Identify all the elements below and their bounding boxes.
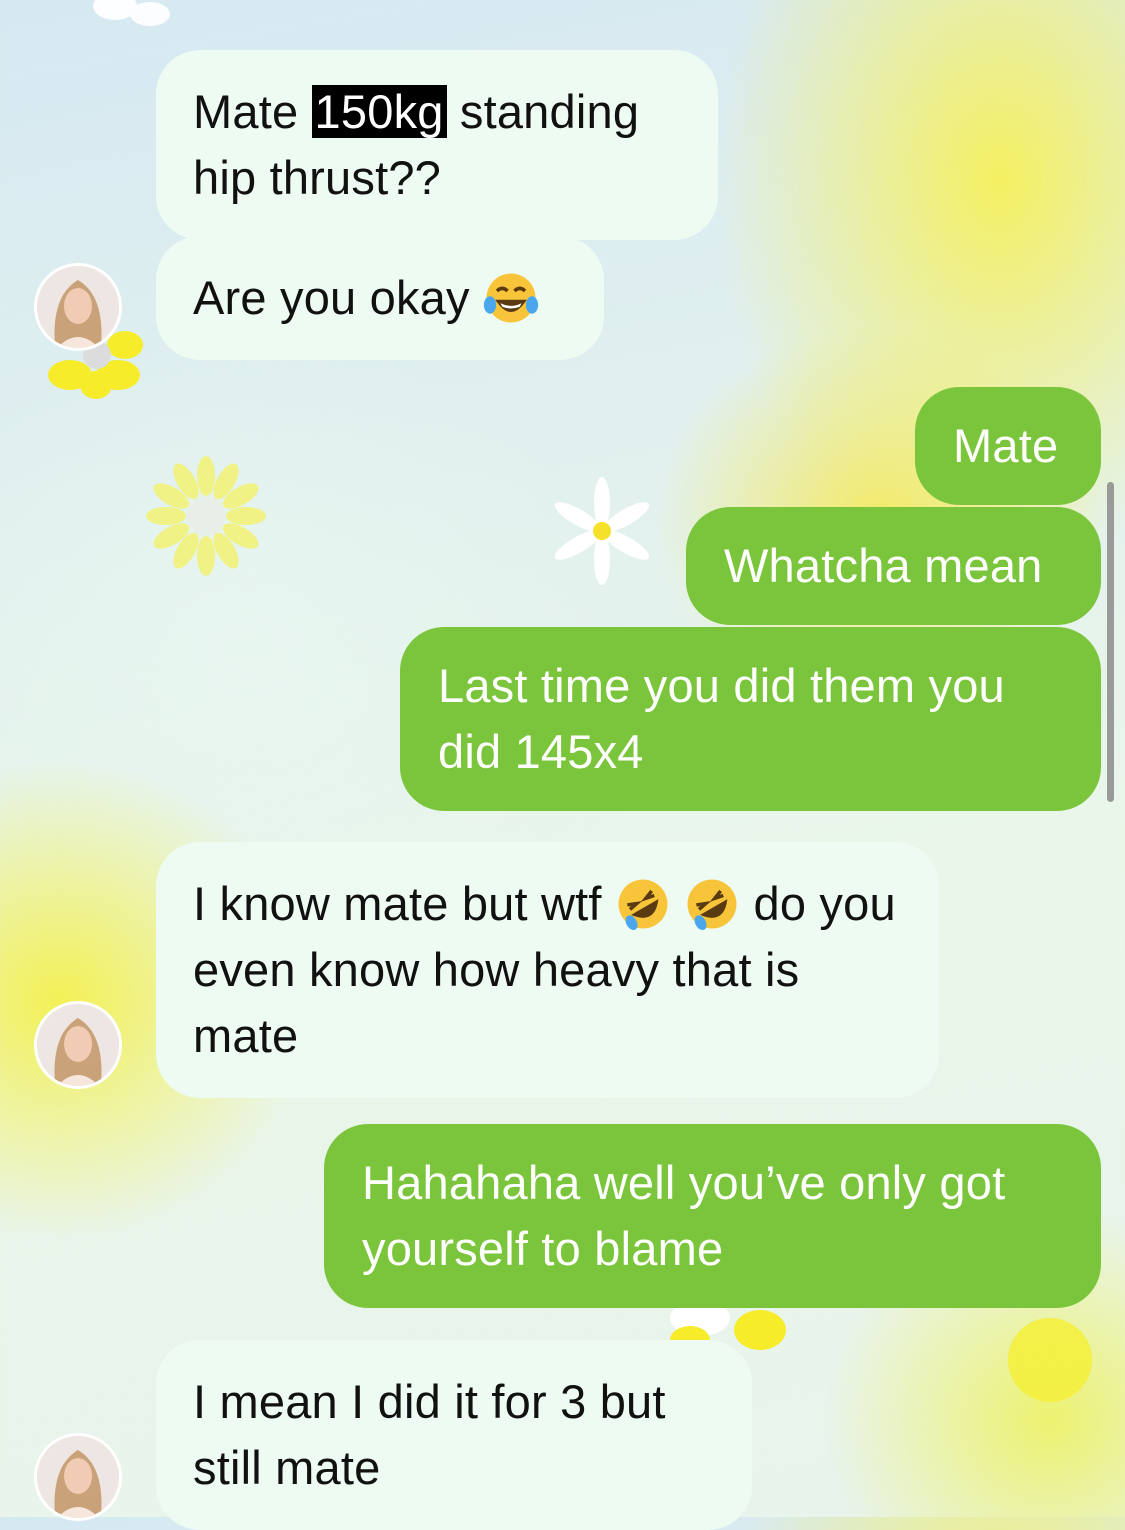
message-text: Mate [193,85,312,138]
profile-photo-icon [37,1004,119,1086]
message-text: Last time you did them you did 145x4 [438,659,1005,778]
outgoing-message[interactable]: Mate [915,387,1101,505]
rolling-on-floor-laughing-icon [687,879,737,931]
avatar[interactable] [37,266,119,348]
highlighted-text[interactable]: 150kg [311,85,447,138]
message-text: I know mate but wtf [193,877,615,930]
incoming-message[interactable]: Are you okay [156,236,604,360]
face-with-tears-of-joy-icon [483,273,539,323]
message-text: Are you okay [193,271,470,324]
star-flower-decoration [554,477,650,585]
profile-photo-icon [37,266,119,348]
incoming-message[interactable]: I mean I did it for 3 but still mate [156,1340,752,1530]
outgoing-message[interactable]: Hahahaha well you’ve only got yourself t… [324,1124,1101,1308]
outgoing-message[interactable]: Last time you did them you did 145x4 [400,627,1101,811]
message-text: Hahahaha well you’ve only got yourself t… [362,1156,1006,1275]
scrollbar[interactable] [1107,482,1114,802]
incoming-message[interactable]: I know mate but wtf do you even know how… [156,842,939,1098]
white-flower-decoration [93,0,170,26]
avatar[interactable] [37,1004,119,1086]
incoming-message[interactable]: Mate 150kg standing hip thrust?? [156,50,718,240]
daisy-decoration [146,456,266,576]
profile-photo-icon [37,1436,119,1518]
outgoing-message[interactable]: Whatcha mean [686,507,1101,625]
avatar[interactable] [37,1436,119,1518]
rolling-on-floor-laughing-icon [618,879,668,931]
message-text: I mean I did it for 3 but still mate [193,1375,666,1494]
message-text: Whatcha mean [724,539,1043,592]
message-text: Mate [953,419,1059,472]
